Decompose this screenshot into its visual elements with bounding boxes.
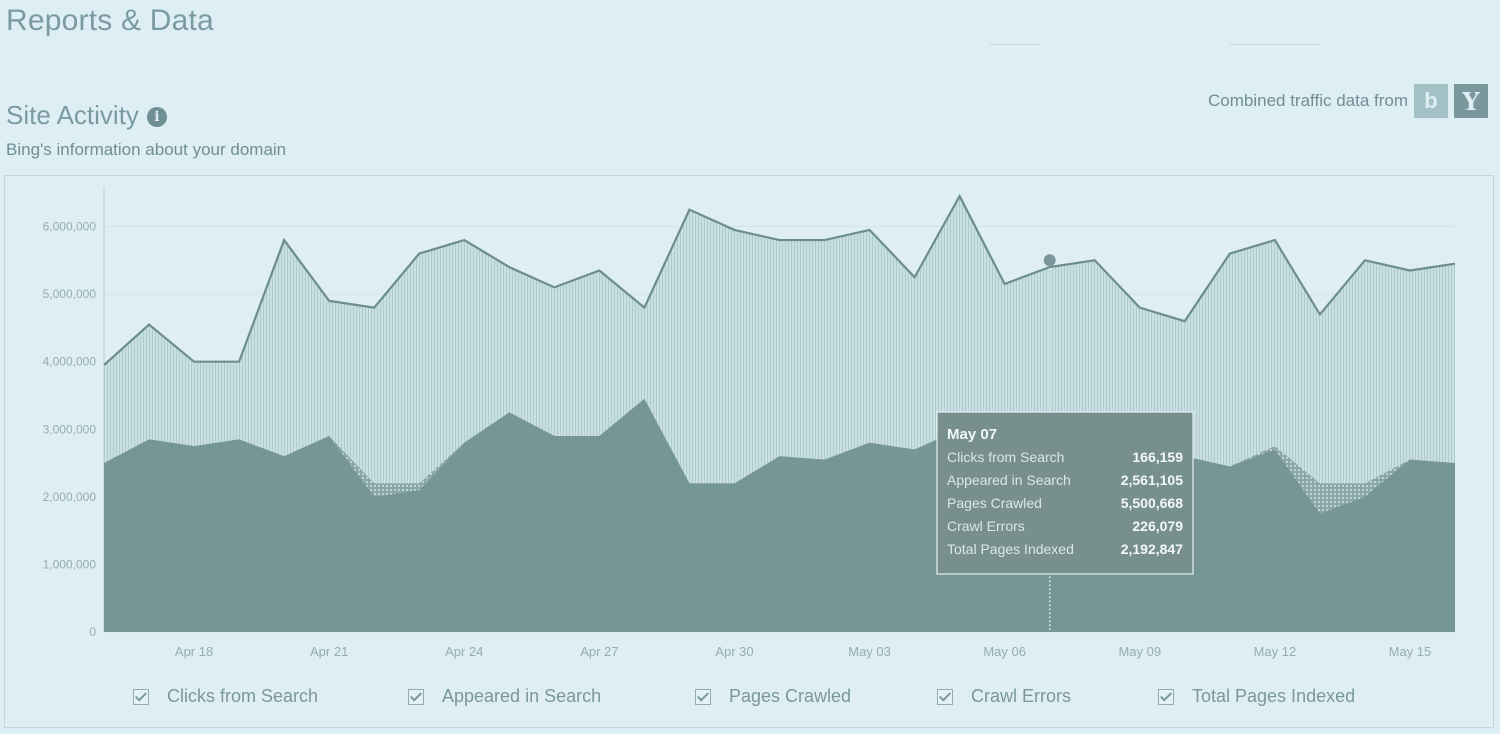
section-title-text: Site Activity — [6, 100, 139, 130]
x-tick-label: Apr 24 — [445, 644, 483, 659]
legend-label: Total Pages Indexed — [1192, 686, 1356, 706]
tooltip-label: Appeared in Search — [947, 472, 1071, 488]
checkbox-icon[interactable] — [133, 688, 149, 705]
checkbox-icon[interactable] — [408, 688, 424, 705]
legend-item-appeared[interactable]: Appeared in Search — [408, 686, 601, 707]
page-title: Reports & Data — [6, 4, 214, 37]
checkbox-icon[interactable] — [937, 688, 953, 705]
legend-label: Crawl Errors — [971, 686, 1072, 706]
x-tick-label: Apr 21 — [310, 644, 348, 659]
tooltip-value: 5,500,668 — [1121, 495, 1183, 511]
legend-item-clicks[interactable]: Clicks from Search — [133, 686, 318, 707]
tooltip-value: 2,561,105 — [1121, 472, 1183, 488]
section-title: Site Activity i — [6, 100, 167, 131]
x-tick-label: May 12 — [1254, 644, 1297, 659]
bing-icon[interactable]: b — [1414, 84, 1448, 118]
y-tick-label: 2,000,000 — [43, 490, 97, 504]
x-tick-label: May 03 — [848, 644, 891, 659]
y-axis-ticks: 0 1,000,000 2,000,000 3,000,000 4,000,000 5,0… — [43, 220, 97, 639]
hover-point — [1043, 254, 1056, 267]
checkbox-icon[interactable] — [1158, 688, 1174, 705]
y-tick-label: 0 — [89, 625, 96, 639]
legend-item-indexed[interactable]: Total Pages Indexed — [1158, 686, 1355, 707]
x-tick-label: May 06 — [983, 644, 1026, 659]
chart-svg: 0 1,000,000 2,000,000 3,000,000 4,000,000 5,0… — [43, 186, 1456, 659]
section-subtitle: Bing's information about your domain — [6, 140, 287, 159]
site-activity-chart: 0 1,000,000 2,000,000 3,000,000 4,000,000 5,0… — [4, 175, 1494, 728]
y-tick-label: 1,000,000 — [43, 557, 97, 571]
info-icon[interactable]: i — [146, 107, 167, 127]
tooltip-label: Total Pages Indexed — [947, 541, 1074, 557]
series-areas — [103, 193, 1456, 633]
tooltip-label: Clicks from Search — [947, 449, 1064, 465]
legend-label: Pages Crawled — [729, 686, 852, 706]
yahoo-icon[interactable]: Y — [1454, 84, 1488, 118]
x-axis-ticks: Apr 18 Apr 21 Apr 24 Apr 27 Apr 30 May 03 May … — [175, 644, 1431, 659]
legend-label: Appeared in Search — [442, 686, 602, 706]
tooltip-date: May 07 — [947, 426, 997, 443]
legend-item-crawled[interactable]: Pages Crawled — [695, 686, 851, 707]
x-tick-label: Apr 27 — [580, 644, 618, 659]
y-tick-label: 4,000,000 — [43, 355, 97, 369]
y-tick-label: 6,000,000 — [43, 220, 97, 234]
x-tick-label: Apr 30 — [715, 644, 753, 659]
tooltip-label: Crawl Errors — [947, 518, 1025, 534]
divider — [1230, 44, 1320, 45]
chart-legend: Clicks from Search Appeared in Search Pa… — [5, 686, 1493, 716]
divider — [990, 44, 1040, 45]
tooltip-label: Pages Crawled — [947, 495, 1042, 511]
tooltip-value: 166,159 — [1132, 449, 1183, 465]
x-tick-label: May 09 — [1118, 644, 1161, 659]
legend-item-errors[interactable]: Crawl Errors — [937, 686, 1071, 707]
legend-label: Clicks from Search — [167, 686, 319, 706]
checkbox-icon[interactable] — [695, 688, 711, 705]
y-tick-label: 3,000,000 — [43, 422, 97, 436]
traffic-source: Combined traffic data from b Y — [1208, 84, 1488, 118]
x-tick-label: May 15 — [1389, 644, 1432, 659]
y-tick-label: 5,000,000 — [43, 287, 97, 301]
x-tick-label: Apr 18 — [175, 644, 213, 659]
tooltip-value: 2,192,847 — [1121, 541, 1183, 557]
tooltip-value: 226,079 — [1132, 518, 1183, 534]
traffic-label: Combined traffic data from — [1208, 91, 1408, 110]
chart-tooltip: May 07 Clicks from Search 166,159 Appear… — [936, 411, 1194, 575]
